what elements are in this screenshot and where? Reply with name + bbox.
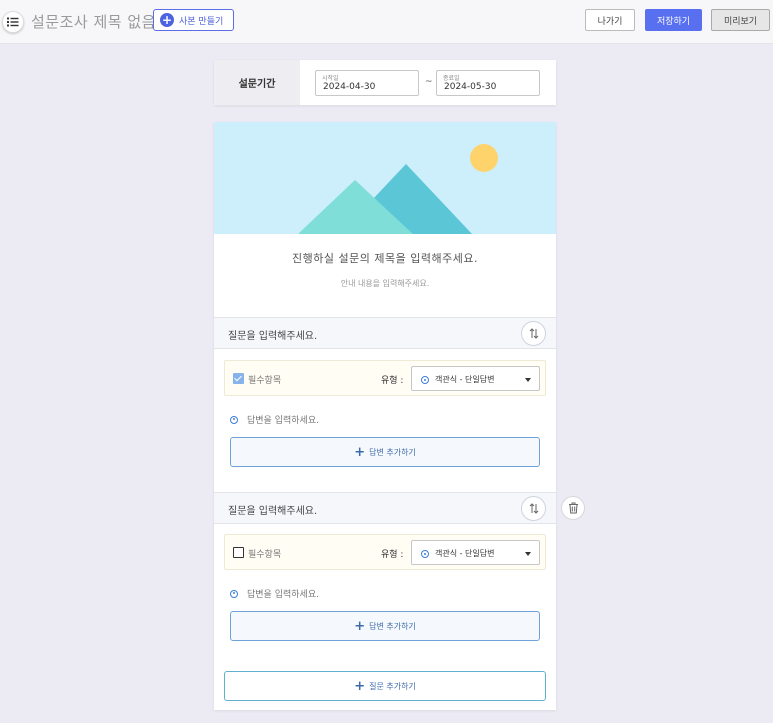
document-title[interactable]: 설문조사 제목 없음: [31, 11, 156, 32]
list-icon: [7, 17, 19, 27]
save-button[interactable]: 저장하기: [645, 9, 702, 31]
plus-icon: +: [354, 444, 366, 460]
sort-question-button[interactable]: [521, 496, 546, 521]
question-header: 질문을 입력해주세요.: [214, 317, 556, 349]
type-label: 유형 :: [381, 376, 404, 386]
dropdown-caret-icon: [525, 378, 531, 382]
banner-image[interactable]: [214, 122, 556, 234]
required-checkbox[interactable]: [233, 547, 244, 558]
plus-icon: +: [354, 618, 366, 634]
preview-button[interactable]: 미리보기: [711, 9, 770, 31]
radio-icon: [230, 589, 238, 598]
required-label: 필수항목: [248, 376, 282, 386]
question-header: 질문을 입력해주세요.: [214, 492, 556, 524]
add-answer-button[interactable]: + 답변 추가하기: [230, 437, 540, 467]
end-date-field[interactable]: 종료일 2024-05-30: [436, 70, 540, 96]
menu-button[interactable]: [2, 11, 24, 33]
exit-button[interactable]: 나가기: [585, 9, 635, 31]
required-label: 필수항목: [248, 550, 282, 560]
trash-icon: [568, 502, 578, 514]
end-date-value: 2024-05-30: [444, 82, 497, 92]
start-date-label: 시작일: [322, 75, 339, 82]
make-copy-label: 사본 만들기: [179, 16, 224, 27]
period-label: 설문기간: [214, 60, 300, 105]
add-answer-button[interactable]: + 답변 추가하기: [230, 611, 540, 641]
question-text-input[interactable]: 질문을 입력해주세요.: [228, 502, 317, 517]
survey-title-input[interactable]: 진행하실 설문의 제목을 입력해주세요.: [214, 250, 556, 266]
radio-icon: [421, 376, 429, 384]
question-type-value: 객관식 - 단일답변: [435, 549, 495, 558]
sort-question-button[interactable]: [521, 321, 546, 346]
add-answer-label: 답변 추가하기: [369, 447, 416, 457]
answer-option[interactable]: 답변을 입력하세요.: [230, 587, 319, 600]
required-checkbox[interactable]: [233, 373, 244, 384]
mountain-illustration: [298, 144, 498, 234]
plus-circle-icon: +: [160, 13, 174, 27]
question-settings-row: 필수항목 유형 : 객관식 - 단일답변: [224, 360, 546, 396]
date-separator: ~: [425, 77, 433, 87]
sort-arrows-icon: [529, 503, 538, 514]
top-bar: 설문조사 제목 없음 + 사본 만들기 나가기 저장하기 미리보기: [0, 0, 773, 44]
add-question-label: 질문 추가하기: [369, 681, 416, 691]
sort-arrows-icon: [529, 328, 538, 339]
radio-icon: [230, 415, 238, 424]
answer-input[interactable]: 답변을 입력하세요.: [247, 413, 319, 426]
type-label: 유형 :: [381, 550, 404, 560]
survey-description-input[interactable]: 안내 내용을 입력해주세요.: [214, 278, 556, 289]
start-date-field[interactable]: 시작일 2024-04-30: [315, 70, 419, 96]
survey-period-card: 설문기간 시작일 2024-04-30 ~ 종료일 2024-05-30: [214, 60, 556, 105]
add-answer-label: 답변 추가하기: [369, 621, 416, 631]
add-question-button[interactable]: + 질문 추가하기: [224, 671, 546, 701]
radio-icon: [421, 550, 429, 558]
question-type-select[interactable]: 객관식 - 단일답변: [411, 540, 540, 565]
answer-input[interactable]: 답변을 입력하세요.: [247, 587, 319, 600]
question-settings-row: 필수항목 유형 : 객관식 - 단일답변: [224, 534, 546, 570]
delete-question-button[interactable]: [561, 496, 585, 520]
plus-icon: +: [354, 678, 366, 694]
question-text-input[interactable]: 질문을 입력해주세요.: [228, 327, 317, 342]
question-type-select[interactable]: 객관식 - 단일답변: [411, 366, 540, 391]
survey-card: 진행하실 설문의 제목을 입력해주세요. 안내 내용을 입력해주세요. 질문을 …: [214, 122, 556, 710]
end-date-label: 종료일: [443, 75, 460, 82]
dropdown-caret-icon: [525, 552, 531, 556]
question-type-value: 객관식 - 단일답변: [435, 375, 495, 384]
start-date-value: 2024-04-30: [323, 82, 376, 92]
answer-option[interactable]: 답변을 입력하세요.: [230, 413, 319, 426]
make-copy-button[interactable]: + 사본 만들기: [153, 9, 235, 31]
